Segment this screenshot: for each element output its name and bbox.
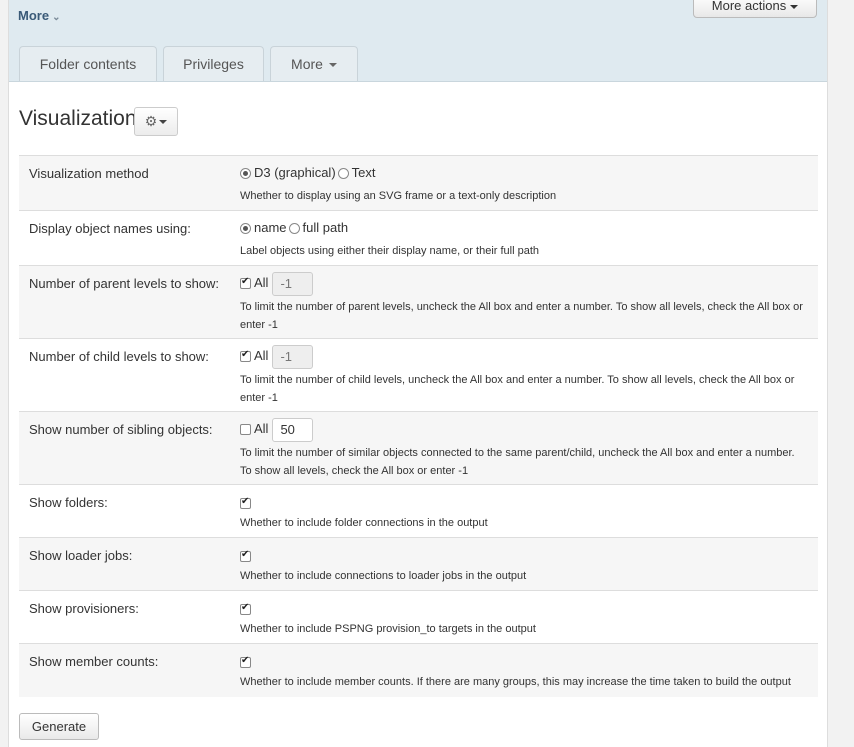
caret-down-icon — [159, 120, 168, 125]
provisioners-field — [240, 601, 810, 616]
generate-button[interactable]: Generate — [19, 713, 99, 740]
caret-down-icon — [328, 63, 337, 68]
loader-jobs-field — [240, 548, 810, 563]
tab-privileges[interactable]: Privileges — [163, 46, 264, 81]
help-text: Whether to include member counts. If the… — [240, 676, 791, 688]
tab-label: Privileges — [183, 56, 244, 72]
show-loader-jobs-checkbox[interactable] — [240, 549, 251, 562]
tab-label: Folder contents — [39, 56, 137, 72]
caret-down-icon — [790, 4, 799, 9]
help-text: Label objects using either their display… — [240, 245, 540, 257]
form-row-parent-levels: Number of parent levels to show: All-1 T… — [19, 266, 818, 339]
form-row-siblings: Show number of sibling objects: All 50 To… — [19, 412, 818, 485]
child-levels-input[interactable]: -1 — [272, 345, 314, 369]
field-label: Number of parent levels to show: — [29, 276, 220, 291]
form-row-loader-jobs: Show loader jobs: Whether to include con… — [19, 538, 818, 591]
radio-text-label: Text — [351, 165, 376, 180]
header-band: More ⌄ More actions Folder contents Privi… — [9, 0, 827, 82]
tab-more[interactable]: More — [270, 46, 358, 81]
page-title: Visualization — [19, 107, 137, 130]
radio-full-path-label: full path — [302, 220, 349, 235]
form-row-folders: Show folders: Whether to include folder … — [19, 485, 818, 538]
member-counts-field — [240, 654, 810, 669]
parent-levels-input[interactable]: -1 — [272, 272, 314, 296]
chevron-down-icon: ⌄ — [52, 12, 61, 23]
siblings-all-checkbox[interactable] — [240, 424, 251, 436]
help-text: To limit the number of similar objects c… — [240, 447, 795, 477]
method-options: D3 (graphical) Text — [240, 165, 810, 180]
child-all-label: All — [254, 348, 269, 364]
form-row-method: Visualization method D3 (graphical) Text … — [19, 156, 818, 211]
page-panel: More ⌄ More actions Folder contents Privi… — [8, 0, 828, 747]
parent-all-label: All — [254, 275, 269, 291]
parent-levels-field: All-1 — [240, 272, 810, 296]
field-label: Visualization method — [29, 166, 149, 181]
tab-label: More — [291, 56, 323, 72]
field-label: Number of child levels to show: — [29, 349, 209, 364]
help-text: Whether to include folder connections in… — [240, 517, 488, 529]
radio-name[interactable] — [240, 223, 251, 234]
form-row-member-counts: Show member counts: Whether to include m… — [19, 644, 818, 697]
folders-field — [240, 495, 810, 510]
field-label: Display object names using: — [29, 221, 191, 236]
form-row-names: Display object names using: name full pat… — [19, 211, 818, 266]
more-menu-link[interactable]: More ⌄ — [18, 8, 60, 23]
more-actions-button[interactable]: More actions — [693, 0, 817, 18]
tab-folder-contents[interactable]: Folder contents — [19, 46, 157, 81]
siblings-all-label: All — [254, 421, 269, 437]
radio-name-label: name — [254, 220, 287, 235]
siblings-input[interactable]: 50 — [272, 418, 314, 442]
field-label: Show folders: — [29, 495, 108, 510]
gear-icon: ⚙ — [144, 113, 158, 129]
field-label: Show loader jobs: — [29, 548, 133, 563]
radio-text[interactable] — [337, 168, 349, 179]
visualization-form: Visualization method D3 (graphical) Text … — [19, 155, 818, 697]
field-label: Show provisioners: — [29, 601, 139, 616]
radio-d3-label: D3 (graphical) — [254, 165, 336, 180]
show-member-counts-checkbox[interactable] — [240, 655, 251, 668]
settings-dropdown-button[interactable]: ⚙ — [134, 107, 178, 136]
form-row-child-levels: Number of child levels to show: All-1 To… — [19, 339, 818, 412]
child-levels-field: All-1 — [240, 345, 810, 369]
child-all-checkbox[interactable] — [240, 349, 251, 363]
help-text: To limit the number of parent levels, un… — [240, 301, 803, 331]
names-options: name full path — [240, 220, 810, 235]
form-row-provisioners: Show provisioners: Whether to include PS… — [19, 591, 818, 644]
more-actions-label: More actions — [711, 0, 787, 13]
more-menu-label: More — [18, 8, 50, 23]
field-label: Show member counts: — [29, 654, 159, 669]
parent-all-checkbox[interactable] — [240, 276, 251, 290]
show-folders-checkbox[interactable] — [240, 496, 251, 509]
radio-full-path[interactable] — [288, 223, 300, 234]
radio-d3[interactable] — [240, 168, 251, 179]
help-text: Whether to include connections to loader… — [240, 570, 527, 582]
field-label: Show number of sibling objects: — [29, 422, 213, 437]
show-provisioners-checkbox[interactable] — [240, 602, 251, 615]
help-text: Whether to include PSPNG provision_to ta… — [240, 623, 536, 635]
help-text: Whether to display using an SVG frame or… — [240, 190, 557, 202]
siblings-field: All 50 — [240, 418, 810, 442]
help-text: To limit the number of child levels, unc… — [240, 374, 795, 404]
